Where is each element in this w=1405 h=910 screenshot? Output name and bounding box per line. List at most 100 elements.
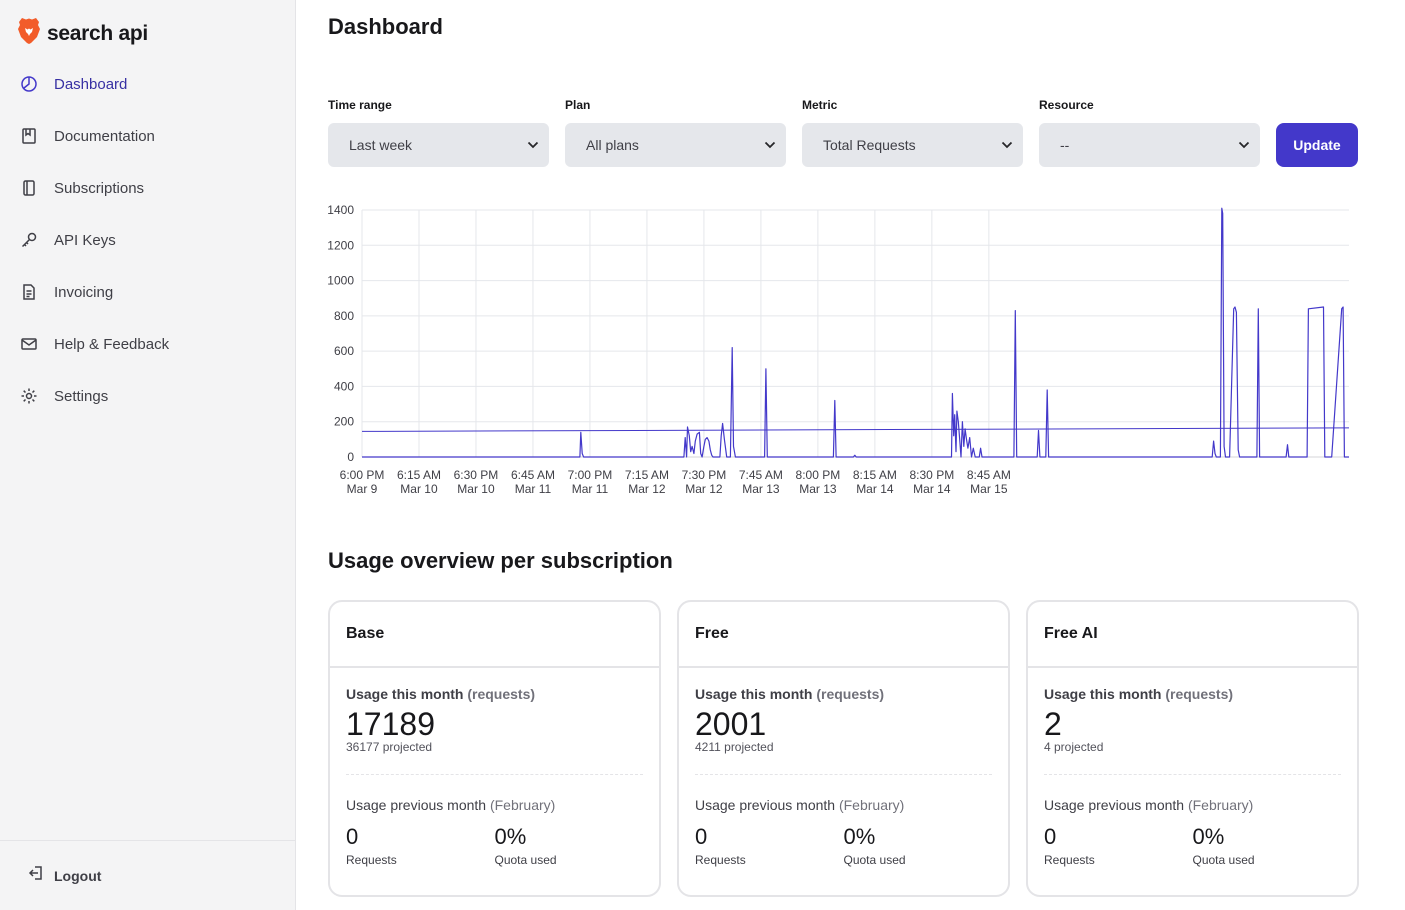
- logout-label: Logout: [54, 867, 102, 884]
- select-value: All plans: [586, 137, 639, 153]
- average-line: [361, 427, 1350, 432]
- filter-label: Time range: [328, 98, 392, 112]
- book-icon: [20, 127, 38, 145]
- metric-select[interactable]: Total Requests: [802, 123, 1023, 167]
- sidebar-item-help-feedback[interactable]: Help & Feedback: [0, 318, 295, 370]
- plan-select[interactable]: All plans: [565, 123, 786, 167]
- brand-logo[interactable]: search api: [17, 17, 148, 50]
- chevron-down-icon: [764, 136, 776, 154]
- x-tick-sublabel: Mar 15: [970, 482, 1008, 496]
- app-root: search api Dashboard Documentation Subsc…: [0, 0, 1405, 910]
- subscription-card-free: Free Usage this month (requests) 2001 42…: [677, 600, 1010, 897]
- main-content: Dashboard Time range Last week Plan All …: [296, 0, 1405, 910]
- subscription-card-free-ai: Free AI Usage this month (requests) 2 4 …: [1026, 600, 1359, 897]
- sidebar-item-subscriptions[interactable]: Subscriptions: [0, 162, 295, 214]
- gear-icon: [20, 387, 38, 405]
- prev-quota-value: 0%: [1192, 824, 1225, 849]
- y-tick-label: 200: [334, 415, 354, 429]
- x-tick-label: 6:00 PM: [340, 468, 385, 482]
- filter-label: Metric: [802, 98, 838, 112]
- x-tick-label: 8:30 PM: [910, 468, 955, 482]
- divider: [695, 774, 992, 775]
- card-title: Free: [679, 602, 1008, 668]
- x-tick-label: 7:00 PM: [568, 468, 613, 482]
- sidebar-item-api-keys[interactable]: API Keys: [0, 214, 295, 266]
- x-tick-label: 8:00 PM: [796, 468, 841, 482]
- projected-value: 4211 projected: [695, 740, 774, 754]
- filter-label: Plan: [565, 98, 591, 112]
- logout-icon: [28, 865, 44, 886]
- x-tick-label: 6:45 AM: [511, 468, 555, 482]
- sidebar-nav: Dashboard Documentation Subscriptions AP…: [0, 58, 295, 422]
- usage-section-title: Usage overview per subscription: [328, 548, 673, 573]
- y-tick-label: 1200: [327, 238, 354, 252]
- x-tick-sublabel: Mar 14: [913, 482, 951, 496]
- usage-this-month-label: Usage this month (requests): [695, 686, 885, 702]
- subscription-cards: Base Usage this month (requests) 17189 3…: [328, 600, 1359, 897]
- time-range-select[interactable]: Last week: [328, 123, 549, 167]
- sidebar-footer: Logout: [0, 840, 295, 910]
- chevron-down-icon: [527, 136, 539, 154]
- projected-value: 36177 projected: [346, 740, 433, 754]
- prev-quota-label: Quota used: [1192, 853, 1255, 868]
- sidebar-item-documentation[interactable]: Documentation: [0, 110, 295, 162]
- usage-previous-month-label: Usage previous month (February): [346, 797, 556, 813]
- resource-select[interactable]: --: [1039, 123, 1260, 167]
- x-tick-label: 6:30 PM: [454, 468, 499, 482]
- sidebar-item-dashboard[interactable]: Dashboard: [0, 58, 295, 110]
- usage-value: 2001: [695, 706, 767, 742]
- filter-plan: Plan All plans: [565, 98, 786, 167]
- prev-requests-label: Requests: [695, 853, 746, 868]
- prev-requests-value: 0: [1044, 824, 1057, 849]
- page-title: Dashboard: [328, 14, 443, 39]
- select-value: Total Requests: [823, 137, 916, 153]
- y-tick-label: 400: [334, 379, 354, 393]
- sidebar-item-settings[interactable]: Settings: [0, 370, 295, 422]
- x-tick-label: 8:15 AM: [853, 468, 897, 482]
- y-tick-label: 600: [334, 344, 354, 358]
- dashboard-icon: [20, 75, 38, 93]
- sidebar: search api Dashboard Documentation Subsc…: [0, 0, 296, 910]
- chevron-down-icon: [1238, 136, 1250, 154]
- x-tick-sublabel: Mar 10: [457, 482, 495, 496]
- sidebar-item-label: Help & Feedback: [54, 335, 170, 353]
- requests-line-chart: 0 200 400 600 800 1000 1200 1400 6:00 PMMar 9 6:1…: [327, 203, 1350, 496]
- prev-requests-value: 0: [346, 824, 359, 849]
- x-tick-label: 7:30 PM: [682, 468, 727, 482]
- brand-name: search api: [47, 21, 148, 45]
- usage-previous-month-label: Usage previous month (February): [695, 797, 905, 813]
- divider: [346, 774, 643, 775]
- filter-bar: Time range Last week Plan All plans Metr…: [328, 98, 1358, 167]
- subscription-card-base: Base Usage this month (requests) 17189 3…: [328, 600, 661, 897]
- prev-requests-value: 0: [695, 824, 708, 849]
- subscription-icon: [20, 179, 38, 197]
- sidebar-item-label: Invoicing: [54, 283, 114, 301]
- usage-this-month-label: Usage this month (requests): [1044, 686, 1234, 702]
- x-tick-label: 6:15 AM: [397, 468, 441, 482]
- y-tick-label: 0: [347, 450, 354, 464]
- y-tick-label: 800: [334, 309, 354, 323]
- select-value: Last week: [349, 137, 413, 153]
- mail-icon: [20, 335, 38, 353]
- x-tick-sublabel: Mar 12: [628, 482, 666, 496]
- x-tick-sublabel: Mar 11: [572, 482, 609, 496]
- sidebar-item-invoicing[interactable]: Invoicing: [0, 266, 295, 318]
- chevron-down-icon: [1001, 136, 1013, 154]
- prev-requests-label: Requests: [1044, 853, 1095, 868]
- sidebar-item-label: API Keys: [54, 231, 116, 249]
- divider: [1044, 774, 1341, 775]
- usage-value: 17189: [346, 706, 435, 742]
- filter-time-range: Time range Last week: [328, 98, 549, 167]
- filter-label: Resource: [1039, 98, 1094, 112]
- logout-button[interactable]: Logout: [28, 865, 101, 886]
- x-tick-label: 7:15 AM: [625, 468, 669, 482]
- prev-quota-label: Quota used: [494, 853, 557, 868]
- usage-previous-month-label: Usage previous month (February): [1044, 797, 1254, 813]
- sidebar-item-label: Documentation: [54, 127, 155, 145]
- key-icon: [20, 231, 38, 249]
- x-tick-sublabel: Mar 10: [400, 482, 438, 496]
- update-button[interactable]: Update: [1276, 123, 1358, 167]
- sidebar-item-label: Settings: [54, 387, 109, 405]
- projected-value: 4 projected: [1044, 740, 1104, 754]
- card-title: Base: [330, 602, 659, 668]
